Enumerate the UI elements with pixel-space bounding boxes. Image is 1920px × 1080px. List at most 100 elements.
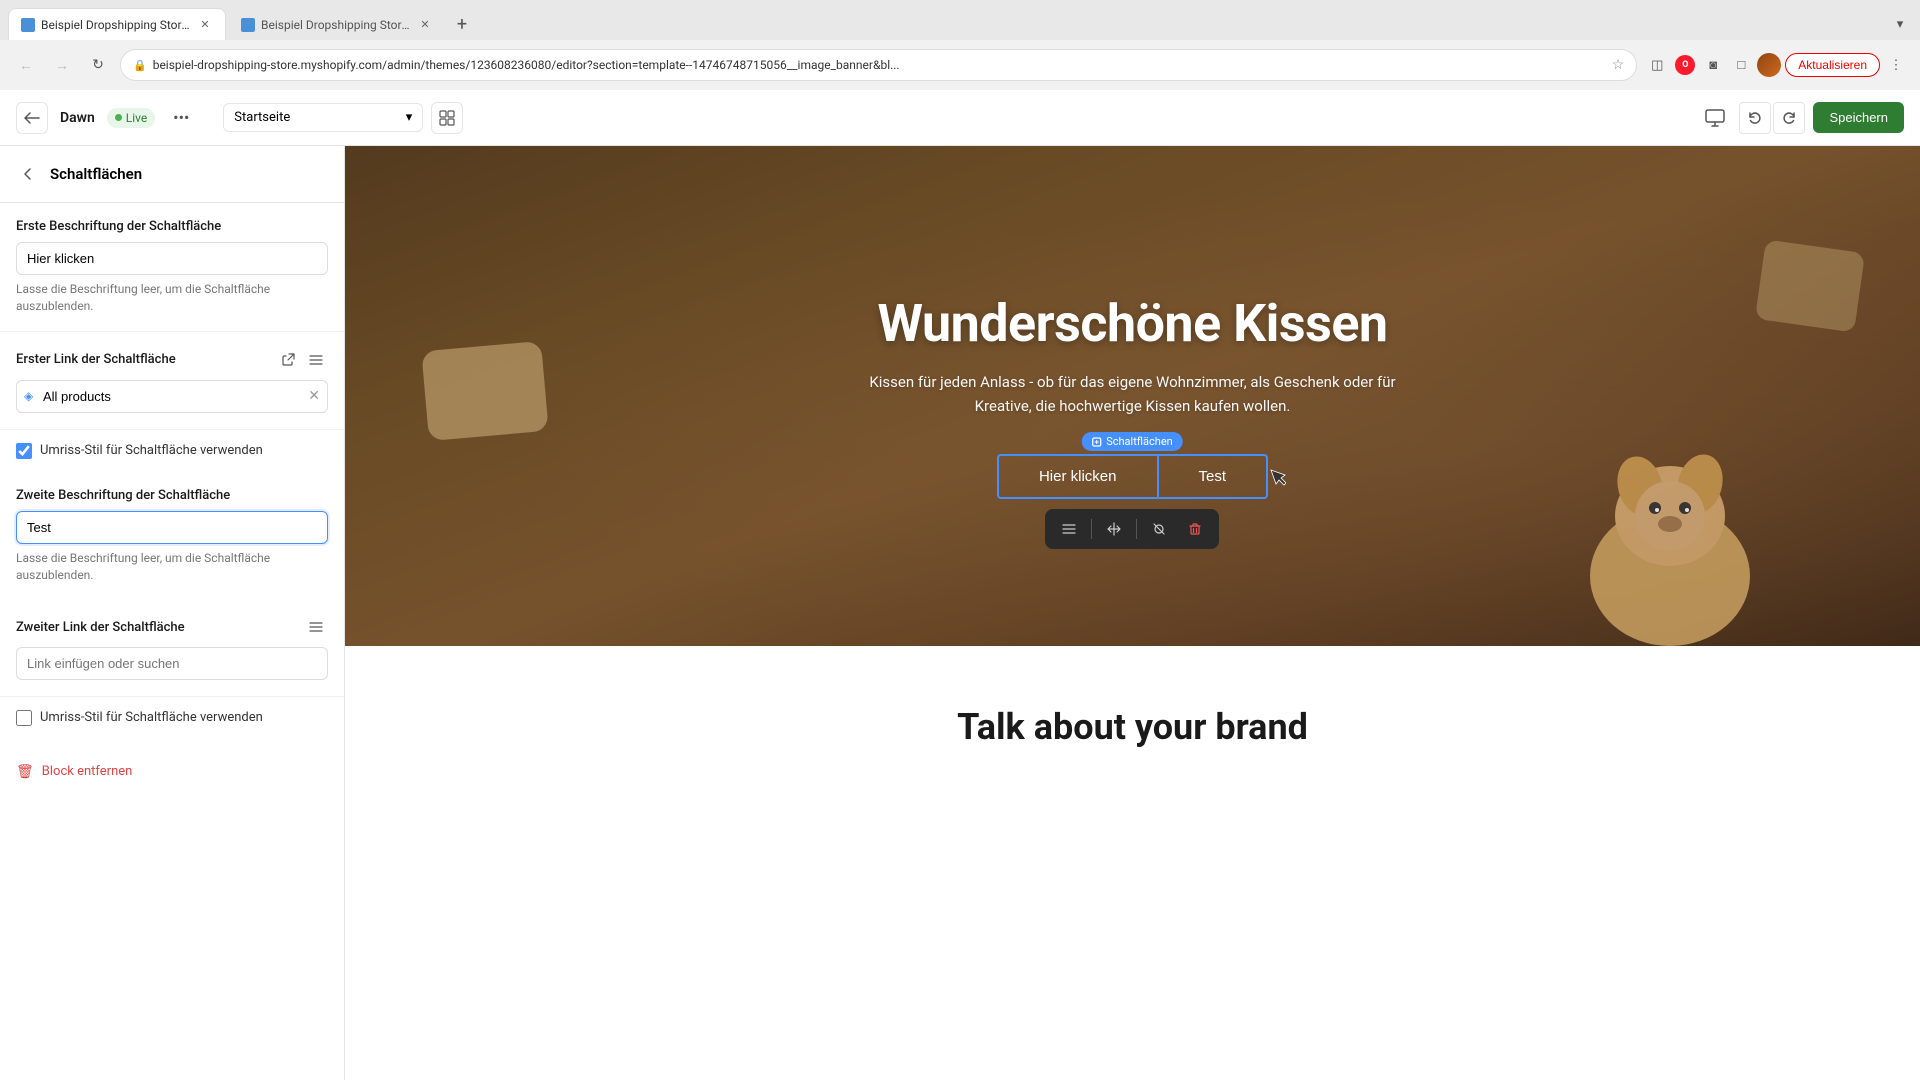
- page-selector-text: Startseite: [234, 110, 399, 125]
- dog-illustration: [1560, 376, 1780, 646]
- second-button-label-text: Zweite Beschriftung der Schaltfläche: [16, 488, 328, 503]
- outline-label-2: Umriss-Stil für Schaltfläche verwenden: [40, 709, 263, 727]
- block-remove-button[interactable]: 🗑 Block entfernen: [0, 748, 344, 796]
- browse-link-icon[interactable]: [304, 348, 328, 372]
- tab-title-2: Beispiel Dropshipping Store ·: [261, 18, 411, 32]
- first-button-input[interactable]: [16, 242, 328, 275]
- topbar-right: Speichern: [1699, 102, 1904, 134]
- second-button-section: Zweite Beschriftung der Schaltfläche Las…: [0, 472, 344, 584]
- toolbar-delete-icon[interactable]: [1181, 515, 1209, 543]
- update-button[interactable]: Aktualisieren: [1785, 53, 1880, 77]
- live-label: Live: [126, 111, 147, 125]
- preview-frame: Wunderschöne Kissen Kissen für jeden Anl…: [345, 146, 1920, 1080]
- outline-checkbox-2[interactable]: [16, 710, 32, 726]
- main-content: Schaltflächen Erste Beschriftung der Sch…: [0, 146, 1920, 1080]
- browse-link-icon-2[interactable]: [304, 615, 328, 639]
- buttons-wrapper: Hier klicken Test: [997, 454, 1268, 499]
- floating-toolbar: [1045, 509, 1219, 549]
- brand-title: Talk about your brand: [385, 706, 1880, 748]
- sidebar: Schaltflächen Erste Beschriftung der Sch…: [0, 146, 345, 1080]
- first-link-label-text: Erster Link der Schaltfläche: [16, 352, 176, 367]
- topbar-back-button[interactable]: [16, 102, 48, 134]
- first-link-section: Erster Link der Schaltfläche ◈ ✕: [0, 332, 344, 430]
- more-options-button[interactable]: •••: [167, 104, 195, 132]
- tab-dropdown-icon[interactable]: ▾: [1888, 12, 1912, 36]
- second-button-input[interactable]: [16, 511, 328, 544]
- buttons-container: Schaltflächen Hier klicken Test: [997, 454, 1268, 499]
- outline-checkbox-1[interactable]: [16, 443, 32, 459]
- first-button-section: Erste Beschriftung der Schaltfläche Lass…: [0, 203, 344, 332]
- pillow-decoration-right: [1755, 239, 1865, 332]
- reload-button[interactable]: ↻: [84, 51, 112, 79]
- menu-icon[interactable]: ⋮: [1884, 53, 1908, 77]
- outline-style-row-2: Umriss-Stil für Schaltfläche verwenden: [0, 697, 344, 739]
- preview-area: Wunderschöne Kissen Kissen für jeden Anl…: [345, 146, 1920, 1080]
- outline-label-1: Umriss-Stil für Schaltfläche verwenden: [40, 442, 263, 460]
- toolbar-move-icon[interactable]: [1100, 515, 1128, 543]
- grid-view-button[interactable]: [431, 102, 463, 134]
- back-nav-button[interactable]: ←: [12, 51, 40, 79]
- sidebar-back-button[interactable]: [16, 162, 40, 186]
- sidebar-header: Schaltflächen: [0, 146, 344, 203]
- tab-active[interactable]: Beispiel Dropshipping Store · ✕: [8, 8, 226, 40]
- block-remove-label: Block entfernen: [42, 764, 133, 779]
- desktop-view-button[interactable]: [1699, 102, 1731, 134]
- hero-content: Wunderschöne Kissen Kissen für jeden Anl…: [833, 273, 1433, 519]
- schaltflaechen-badge: Schaltflächen: [1082, 432, 1183, 451]
- second-link-input[interactable]: [16, 647, 328, 680]
- tab-close-2[interactable]: ✕: [417, 17, 433, 33]
- outline-style-row-1: Umriss-Stil für Schaltfläche verwenden: [0, 430, 344, 472]
- chevron-down-icon: ▾: [406, 110, 413, 125]
- profile-icon[interactable]: [1757, 53, 1781, 77]
- second-button-hint: Lasse die Beschriftung leer, um die Scha…: [16, 550, 328, 584]
- redo-button[interactable]: [1773, 102, 1805, 134]
- live-badge: Live: [107, 108, 155, 128]
- trash-icon: 🗑: [16, 764, 34, 780]
- first-link-input[interactable]: [16, 380, 328, 413]
- save-button[interactable]: Speichern: [1813, 102, 1904, 133]
- toolbar-divider-2: [1136, 519, 1137, 539]
- first-button-label-text: Erste Beschriftung der Schaltfläche: [16, 219, 328, 234]
- external-link-icon[interactable]: [276, 348, 300, 372]
- second-link-label-text: Zweiter Link der Schaltfläche: [16, 620, 185, 635]
- extensions-icon[interactable]: ◫: [1645, 53, 1669, 77]
- schaltflaechen-badge-text: Schaltflächen: [1106, 435, 1173, 448]
- forward-nav-button[interactable]: →: [48, 51, 76, 79]
- undo-button[interactable]: [1739, 102, 1771, 134]
- tab-inactive[interactable]: Beispiel Dropshipping Store · ✕: [228, 8, 446, 40]
- undo-redo-group: [1739, 102, 1805, 134]
- sidebar-title: Schaltflächen: [50, 165, 142, 183]
- tab-end: ▾: [1888, 12, 1912, 36]
- browser-icons: ◫ O ◙ □ Aktualisieren ⋮: [1645, 53, 1908, 77]
- bookmark-icon[interactable]: ☆: [1612, 57, 1625, 73]
- toolbar-hide-icon[interactable]: [1145, 515, 1173, 543]
- theme-name: Dawn: [60, 110, 95, 126]
- hero-button-first[interactable]: Hier klicken: [999, 456, 1158, 497]
- tab-title-1: Beispiel Dropshipping Store ·: [41, 18, 191, 32]
- hero-button-second[interactable]: Test: [1158, 456, 1267, 497]
- tab-close-1[interactable]: ✕: [197, 17, 213, 33]
- tab-favicon-2: [241, 18, 255, 32]
- toolbar-reorder-icon[interactable]: [1055, 515, 1083, 543]
- second-link-section: Zweiter Link der Schaltfläche: [0, 599, 344, 697]
- address-bar: ← → ↻ 🔒 beispiel-dropshipping-store.mysh…: [0, 40, 1920, 90]
- top-bar: Dawn Live ••• Startseite ▾: [0, 90, 1920, 146]
- live-dot: [115, 114, 122, 121]
- new-tab-button[interactable]: +: [448, 10, 476, 38]
- clear-link-icon[interactable]: ✕: [308, 388, 320, 404]
- screenshot-icon[interactable]: □: [1729, 53, 1753, 77]
- wallet-icon[interactable]: ◙: [1701, 53, 1725, 77]
- url-bar[interactable]: 🔒 beispiel-dropshipping-store.myshopify.…: [120, 49, 1637, 81]
- page-selector[interactable]: Startseite ▾: [223, 103, 423, 132]
- browser-chrome: Beispiel Dropshipping Store · ✕ Beispiel…: [0, 0, 1920, 90]
- pillow-decoration-left: [421, 341, 548, 441]
- toolbar-divider-1: [1091, 519, 1092, 539]
- tab-favicon-1: [21, 18, 35, 32]
- url-text: beispiel-dropshipping-store.myshopify.co…: [153, 58, 1606, 72]
- brand-section: Talk about your brand: [345, 646, 1920, 768]
- tab-bar: Beispiel Dropshipping Store · ✕ Beispiel…: [0, 0, 1920, 40]
- app-shell: Dawn Live ••• Startseite ▾: [0, 90, 1920, 1080]
- hero-title: Wunderschöne Kissen: [853, 293, 1413, 354]
- cursor-indicator: [1268, 469, 1288, 489]
- opera-icon[interactable]: O: [1673, 53, 1697, 77]
